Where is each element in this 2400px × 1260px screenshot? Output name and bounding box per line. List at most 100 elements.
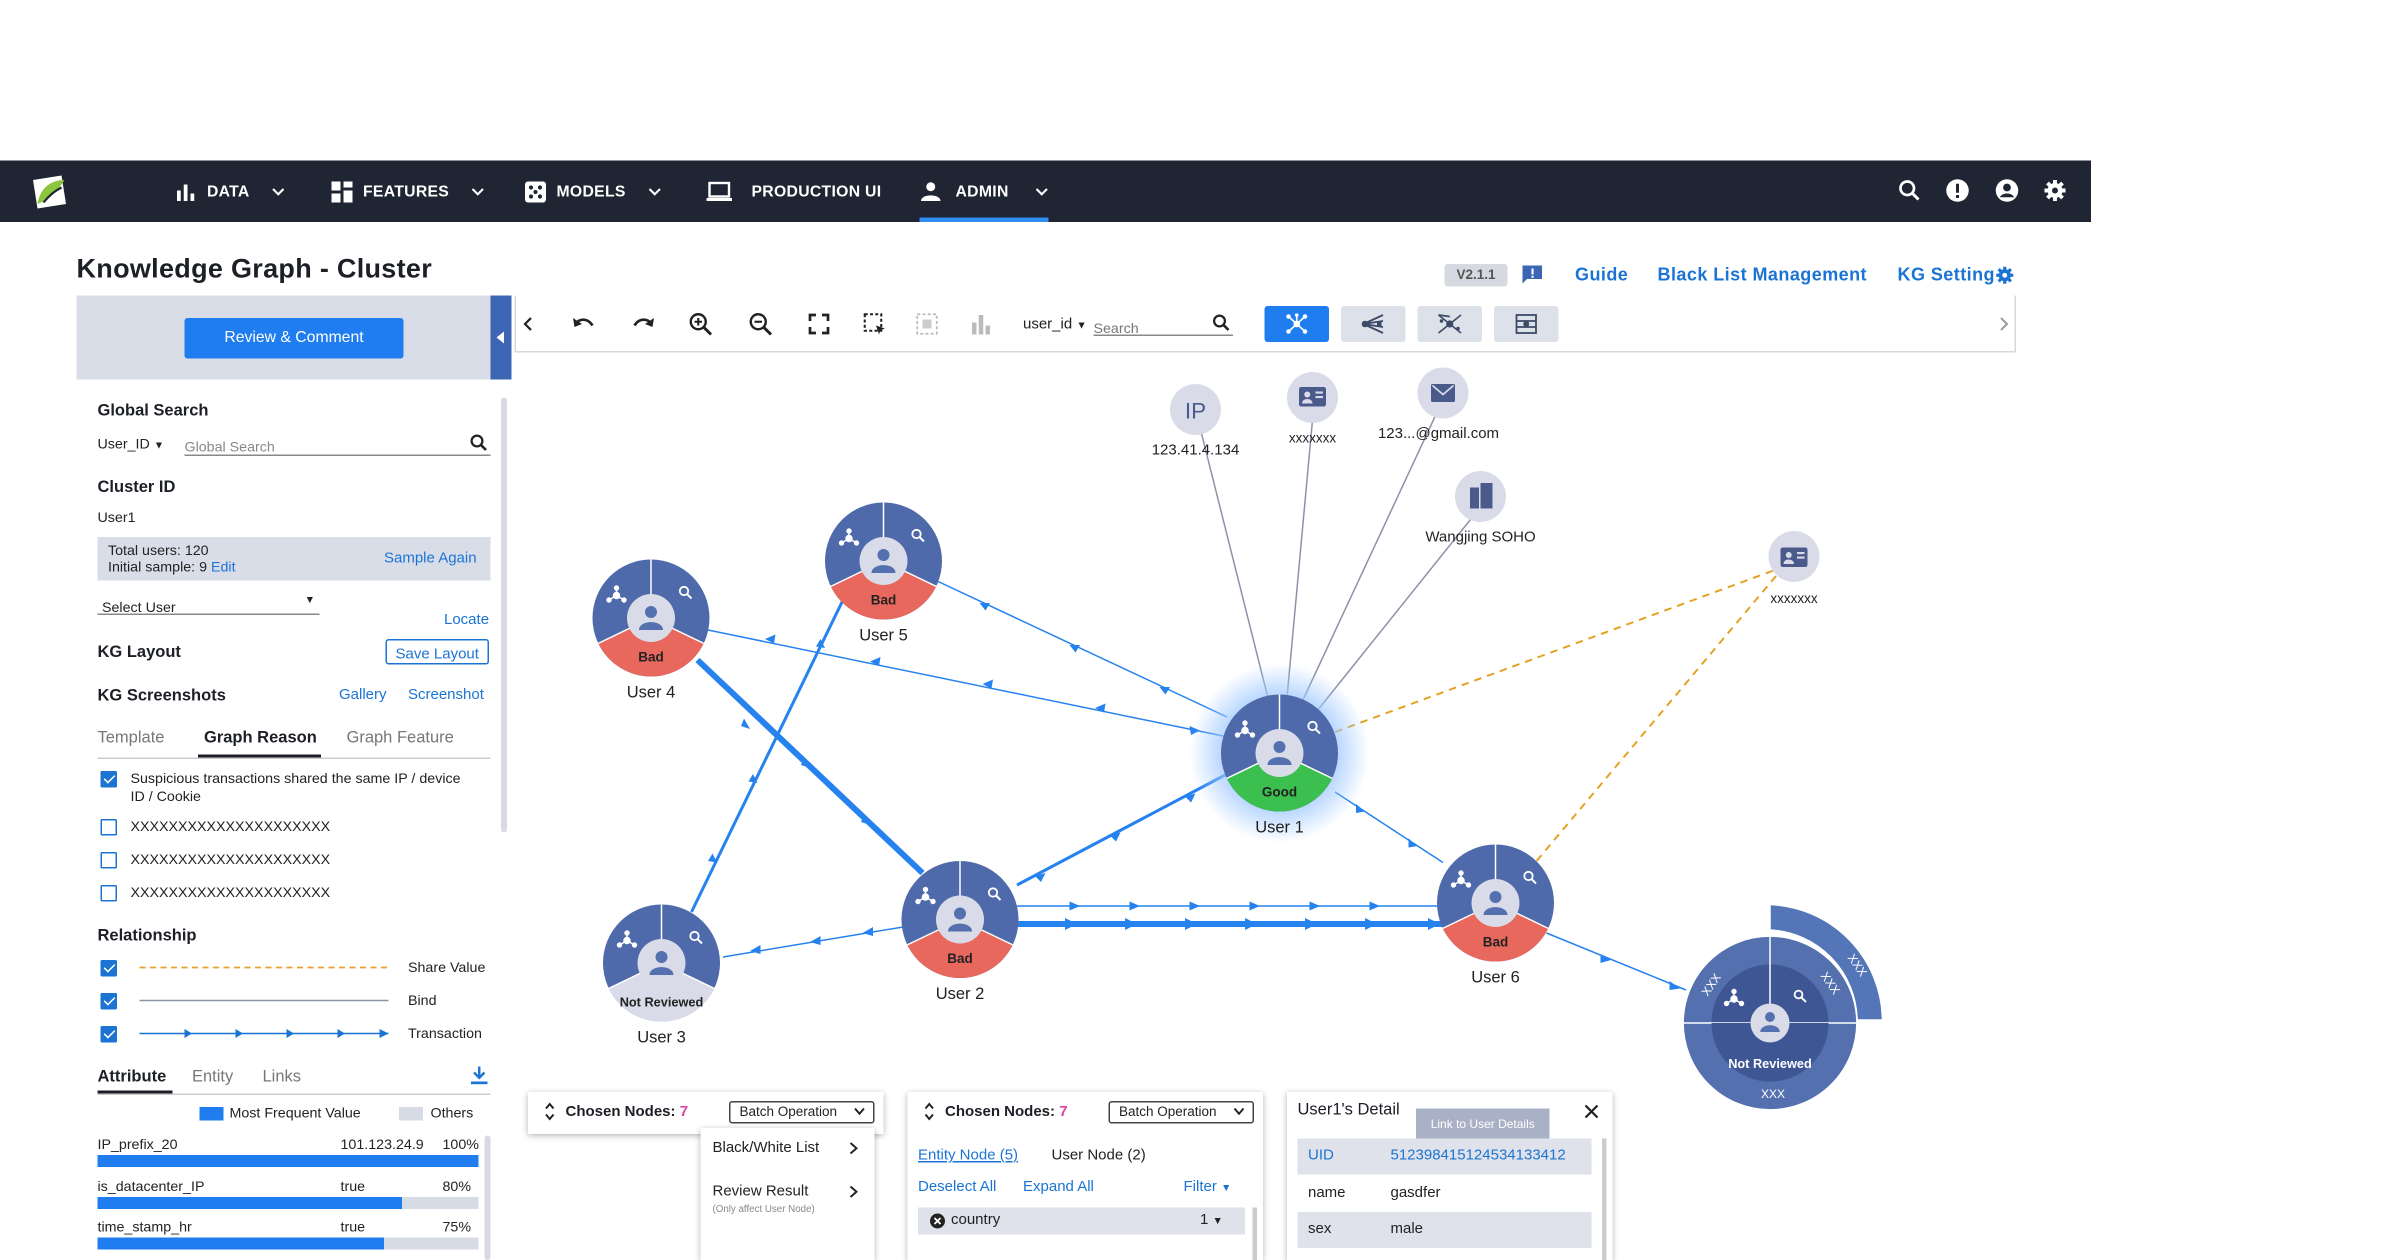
gallery-link[interactable]: Gallery xyxy=(339,687,387,704)
menu-item-black-white-list[interactable]: Black/White List xyxy=(713,1140,820,1157)
redo-icon[interactable] xyxy=(632,312,656,336)
transaction-checkbox[interactable] xyxy=(100,1026,117,1043)
entity-node-email[interactable]: 123...@gmail.com xyxy=(1378,367,1499,443)
alert-icon[interactable] xyxy=(1946,179,1970,203)
nav-data[interactable]: DATA xyxy=(176,161,286,223)
zoom-in-icon[interactable] xyxy=(689,312,713,336)
sample-again-link[interactable]: Sample Again xyxy=(384,551,477,568)
edit-link[interactable]: Edit xyxy=(211,560,236,577)
chevron-down-icon xyxy=(854,1107,865,1116)
entity-node-id-card-2[interactable]: xxxxxxx xyxy=(1768,531,1820,606)
nav-admin[interactable]: ADMIN xyxy=(921,161,1049,223)
entity-node-building[interactable]: Wangjing SOHO xyxy=(1425,471,1536,546)
expand-all-link[interactable]: Expand All xyxy=(1023,1179,1094,1196)
locate-link[interactable]: Locate xyxy=(444,612,489,629)
nav-features[interactable]: FEATURES xyxy=(331,161,486,223)
nav-models-label: MODELS xyxy=(556,182,626,201)
attr-scrollbar[interactable] xyxy=(484,1135,491,1260)
user-node-5[interactable]: Bad User 5 xyxy=(825,502,942,645)
menu-item-review-result[interactable]: Review Result xyxy=(713,1184,809,1201)
tab-links[interactable]: Links xyxy=(263,1068,302,1086)
batch-operation-dropdown-1[interactable]: Batch Operation xyxy=(729,1101,875,1124)
radial-layout-button[interactable] xyxy=(1494,306,1559,342)
chevron-right-icon[interactable] xyxy=(1998,317,2010,332)
bar-chart-icon[interactable] xyxy=(969,312,993,336)
tab-user-node[interactable]: User Node (2) xyxy=(1052,1148,1146,1165)
nav-models[interactable]: MODELS xyxy=(525,161,662,223)
remove-circle-icon[interactable] xyxy=(930,1213,945,1229)
gear-icon[interactable] xyxy=(1995,266,2015,286)
chosen-scrollbar[interactable] xyxy=(1252,1207,1257,1260)
attribute-percent: 75% xyxy=(442,1219,472,1237)
global-search-input[interactable]: Global Search xyxy=(184,432,491,456)
search-icon[interactable] xyxy=(1898,179,1922,203)
user-node-3[interactable]: Not Reviewed User 3 xyxy=(603,904,720,1047)
settings-icon[interactable] xyxy=(2043,179,2067,203)
save-layout-button[interactable]: Save Layout xyxy=(385,639,489,665)
attribute-bar-fill xyxy=(97,1197,402,1209)
uid-value-link[interactable]: 5123984151245341334​12 xyxy=(1391,1148,1566,1165)
reason-checkbox-2[interactable] xyxy=(100,819,117,836)
detail-scrollbar[interactable] xyxy=(1602,1138,1607,1260)
user-status-label: Bad xyxy=(947,951,973,966)
page-title: Knowledge Graph - Cluster xyxy=(76,253,433,284)
tab-attribute[interactable]: Attribute xyxy=(98,1068,167,1086)
screenshot-link[interactable]: Screenshot xyxy=(408,687,484,704)
batch-operation-dropdown-2[interactable]: Batch Operation xyxy=(1108,1101,1254,1124)
download-icon[interactable] xyxy=(471,1066,488,1085)
reason-checkbox-4[interactable] xyxy=(100,885,117,902)
zoom-out-icon[interactable] xyxy=(749,312,773,336)
kg-setting-link[interactable]: KG Setting xyxy=(1898,264,1996,285)
review-comment-button[interactable]: Review & Comment xyxy=(184,318,404,359)
guide-link[interactable]: Guide xyxy=(1575,264,1628,285)
tab-template[interactable]: Template xyxy=(98,729,165,747)
expanded-node-user-group[interactable]: Not Reviewed XXX XXX XXX XXX xyxy=(1682,903,1884,1111)
black-list-management-link[interactable]: Black List Management xyxy=(1658,264,1868,285)
chevron-left-icon[interactable] xyxy=(522,317,534,332)
reason-checkbox-1[interactable] xyxy=(100,771,117,788)
nav-production-ui[interactable]: PRODUCTION UI xyxy=(706,161,882,223)
tabs-divider xyxy=(97,757,491,759)
country-row-count[interactable]: 1 ▼ xyxy=(1200,1212,1223,1229)
box-select-icon[interactable] xyxy=(863,312,887,336)
account-icon[interactable] xyxy=(1995,179,2019,203)
user-node-4[interactable]: Bad User 4 xyxy=(592,559,710,702)
share-value-checkbox[interactable] xyxy=(100,960,117,977)
search-type-select[interactable]: User_ID ▼ xyxy=(98,437,165,454)
legend-frequent-swatch xyxy=(199,1107,224,1121)
kg-screenshots-title: KG Screenshots xyxy=(97,687,226,705)
tab-graph-reason[interactable]: Graph Reason xyxy=(204,729,317,747)
expand-collapse-icon[interactable] xyxy=(924,1102,935,1121)
undo-icon[interactable] xyxy=(572,312,596,336)
user-node-2[interactable]: Bad User 2 xyxy=(901,861,1019,1003)
collapse-panel-button[interactable] xyxy=(490,295,512,380)
select-user-dropdown[interactable]: Select User ▼ xyxy=(97,593,320,617)
tab-graph-feature[interactable]: Graph Feature xyxy=(347,729,454,747)
fullscreen-icon[interactable] xyxy=(807,312,831,336)
user-node-6[interactable]: Bad User 6 xyxy=(1437,844,1554,987)
tab-entity-node[interactable]: Entity Node (5) xyxy=(918,1148,1018,1165)
tree-layout-button[interactable] xyxy=(1341,306,1406,342)
entity-node-id-card[interactable]: xxxxxxx xyxy=(1287,372,1338,446)
nav-features-label: FEATURES xyxy=(363,182,450,201)
close-icon[interactable] xyxy=(1584,1104,1599,1119)
app-logo[interactable] xyxy=(29,171,70,212)
tab-entity[interactable]: Entity xyxy=(192,1068,233,1086)
entity-node-ip[interactable]: IP 123.41.4.134 xyxy=(1152,384,1240,459)
bind-checkbox[interactable] xyxy=(100,993,117,1010)
cluster-layout-button[interactable] xyxy=(1264,306,1329,342)
filter-link[interactable]: Filter ▼ xyxy=(1184,1179,1232,1196)
search-type-dropdown[interactable]: user_id ▼ xyxy=(1023,317,1087,334)
left-panel-scrollbar[interactable] xyxy=(501,397,507,833)
force-layout-button[interactable] xyxy=(1417,306,1482,342)
group-select-icon[interactable] xyxy=(915,312,939,336)
deselect-all-link[interactable]: Deselect All xyxy=(918,1179,996,1196)
search-icon[interactable] xyxy=(1212,314,1230,332)
global-search-title: Global Search xyxy=(97,402,209,420)
reason-checkbox-3[interactable] xyxy=(100,852,117,869)
feedback-icon[interactable] xyxy=(1522,265,1543,286)
version-badge: V2.1.1 xyxy=(1444,264,1508,287)
expand-collapse-icon[interactable] xyxy=(545,1102,556,1121)
reason-label-3: XXXXXXXXXXXXXXXXXXXXX xyxy=(130,852,331,869)
search-icon[interactable] xyxy=(470,434,488,452)
